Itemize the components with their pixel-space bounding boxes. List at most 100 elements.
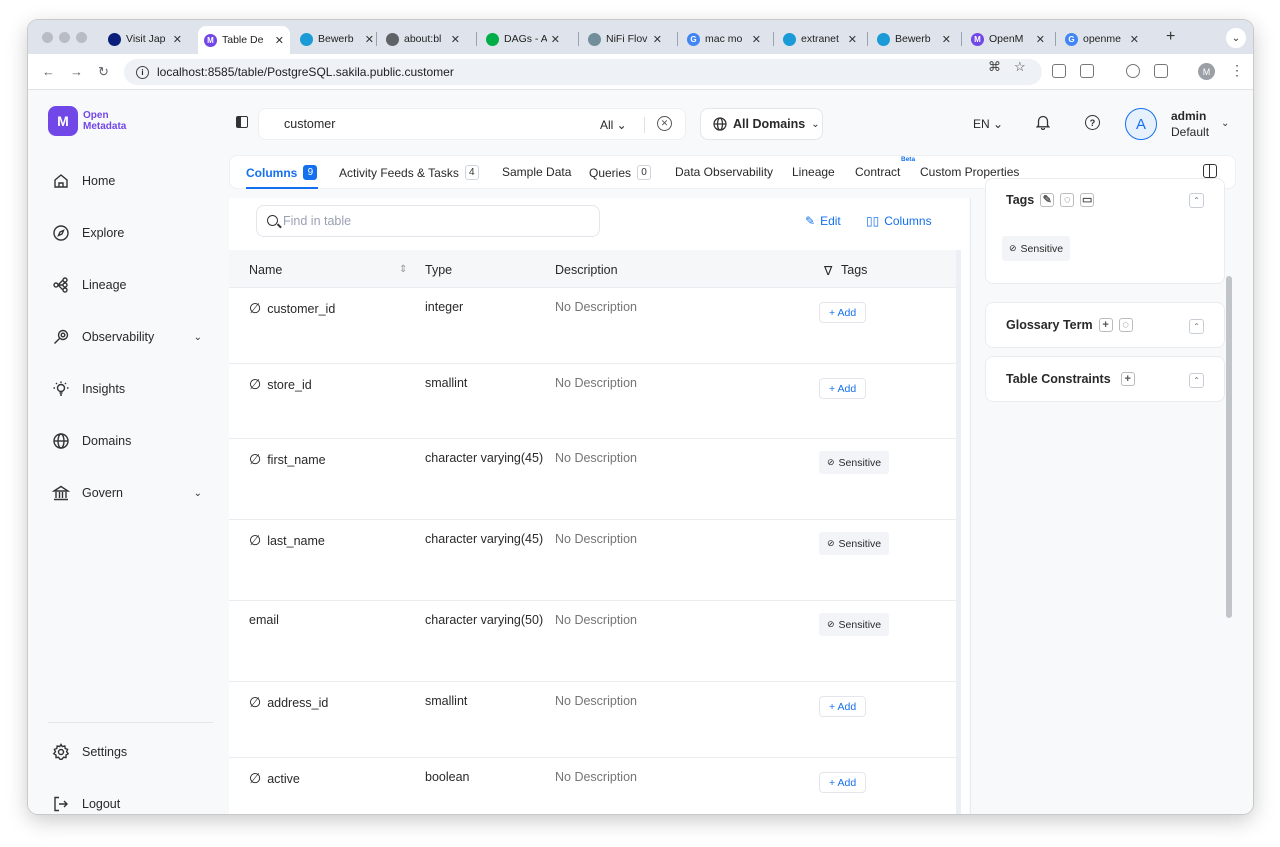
bell-icon[interactable] — [1036, 114, 1050, 130]
sidebar-item-observability[interactable]: Observability ⌄ — [52, 325, 202, 349]
add-tag-button[interactable]: + Add — [819, 378, 867, 399]
column-name[interactable]: email — [249, 613, 279, 627]
domains-dropdown[interactable]: All Domains ⌄ — [700, 108, 823, 140]
columns-toggle-button[interactable]: ▯▯ Columns — [866, 214, 932, 228]
user-avatar[interactable]: A — [1125, 108, 1157, 140]
close-icon[interactable]: ✕ — [942, 33, 951, 46]
site-info-icon[interactable]: i — [136, 65, 149, 79]
add-glossary-icon[interactable]: + — [1098, 318, 1113, 332]
browser-tab[interactable]: M OpenM ✕ — [965, 26, 1051, 52]
password-key-icon[interactable] — [1126, 64, 1140, 78]
chevron-down-icon[interactable]: ⌄ — [1221, 118, 1229, 129]
add-tag-button[interactable]: + Add — [819, 772, 867, 793]
column-description[interactable]: No Description — [555, 300, 637, 314]
close-icon[interactable]: ✕ — [173, 33, 182, 46]
request-tags-icon[interactable]: ◌ — [1060, 193, 1075, 207]
sidebar-toggle-icon[interactable] — [236, 116, 248, 128]
chevron-down-icon[interactable]: ⌄ — [194, 332, 202, 343]
table-row[interactable]: ∅ active boolean No Description + Add — [229, 758, 956, 814]
browser-tab[interactable]: Visit Jap ✕ — [102, 26, 188, 52]
table-row[interactable]: ∅ store_id smallint No Description + Add — [229, 364, 956, 439]
close-icon[interactable]: ✕ — [1036, 33, 1045, 46]
close-icon[interactable]: ✕ — [551, 33, 560, 46]
app-logo[interactable]: M Open Metadata — [48, 106, 126, 136]
back-icon[interactable]: ← — [42, 64, 55, 79]
new-tab-button[interactable]: + — [1166, 28, 1175, 46]
bookmark-star-icon[interactable]: ☆ — [1014, 59, 1026, 75]
tab-data-observability[interactable]: Data Observability — [675, 165, 773, 179]
close-icon[interactable]: ✕ — [848, 33, 857, 46]
edit-tags-icon[interactable]: ✎ — [1040, 193, 1055, 207]
close-icon[interactable]: ✕ — [275, 34, 284, 47]
search-scope-select[interactable]: All ⌄ — [600, 118, 627, 132]
column-name[interactable]: ∅ customer_id — [249, 300, 335, 317]
conversation-icon[interactable]: ▭ — [1080, 193, 1095, 207]
collapse-icon[interactable]: ⌃ — [1189, 373, 1204, 388]
add-tag-button[interactable]: + Add — [819, 696, 867, 717]
translate-icon[interactable]: ⌘ — [988, 59, 1001, 75]
collapse-icon[interactable]: ⌃ — [1189, 193, 1204, 208]
browser-tab[interactable]: Bewerb ✕ — [871, 26, 957, 52]
language-select[interactable]: EN ⌄ — [973, 117, 1003, 131]
close-icon[interactable]: ✕ — [365, 33, 374, 46]
panel-toggle-icon[interactable] — [1203, 164, 1217, 178]
browser-tab[interactable]: Gmac mo ✕ — [681, 26, 767, 52]
url-field[interactable]: i localhost:8585/table/PostgreSQL.sakila… — [124, 59, 1042, 85]
browser-tab[interactable]: M Table De ✕ — [198, 26, 290, 54]
column-description[interactable]: No Description — [555, 770, 637, 784]
browser-tab[interactable]: about:bl ✕ — [380, 26, 466, 52]
tag-chip[interactable]: ⊘ Sensitive — [1002, 236, 1071, 261]
filter-icon[interactable]: ∇ — [824, 263, 832, 278]
forward-icon[interactable]: → — [70, 64, 83, 79]
clear-search-icon[interactable]: ✕ — [657, 116, 672, 131]
sidebar-item-home[interactable]: Home — [52, 169, 202, 193]
sidebar-item-domains[interactable]: Domains — [52, 429, 202, 453]
column-description[interactable]: No Description — [555, 451, 637, 465]
tab-sample-data[interactable]: Sample Data — [502, 165, 571, 179]
request-glossary-icon[interactable]: ◌ — [1118, 318, 1133, 332]
table-row[interactable]: email character varying(50) No Description… — [229, 601, 956, 682]
sort-icon[interactable]: ⇕ — [399, 264, 407, 275]
column-description[interactable]: No Description — [555, 613, 637, 627]
column-description[interactable]: No Description — [555, 376, 637, 390]
help-icon[interactable]: ? — [1085, 115, 1100, 130]
tab-columns[interactable]: Columns 9 — [246, 165, 318, 180]
browser-tab[interactable]: Bewerb ✕ — [294, 26, 380, 52]
column-name[interactable]: ∅ active — [249, 770, 300, 787]
close-icon[interactable]: ✕ — [653, 33, 662, 46]
tag-chip[interactable]: ⊘ Sensitive — [819, 451, 890, 474]
column-description[interactable]: No Description — [555, 694, 637, 708]
sidebar-item-explore[interactable]: Explore — [52, 221, 202, 245]
tab-lineage[interactable]: Lineage — [792, 165, 835, 179]
window-maximize-button[interactable] — [76, 32, 87, 43]
chevron-down-icon[interactable]: ⌄ — [194, 488, 202, 499]
extension-icon[interactable] — [1052, 64, 1066, 78]
browser-tab[interactable]: NiFi Flov ✕ — [582, 26, 668, 52]
global-search-input[interactable]: customer All ⌄ ✕ — [258, 108, 686, 140]
column-name[interactable]: ∅ last_name — [249, 532, 325, 549]
trash-icon[interactable] — [1154, 64, 1168, 78]
tab-queries[interactable]: Queries 0 — [589, 165, 652, 180]
edit-button[interactable]: ✎ Edit — [805, 214, 841, 228]
reload-icon[interactable]: ↻ — [98, 64, 109, 80]
column-description[interactable]: No Description — [555, 532, 637, 546]
sidebar-item-settings[interactable]: Settings — [52, 740, 202, 764]
browser-profile-avatar[interactable]: M — [1198, 63, 1215, 80]
scrollbar-thumb[interactable] — [1226, 276, 1232, 618]
column-name[interactable]: ∅ store_id — [249, 376, 312, 393]
window-minimize-button[interactable] — [59, 32, 70, 43]
sidebar-item-logout[interactable]: Logout — [52, 792, 202, 814]
tab-activity-feeds[interactable]: Activity Feeds & Tasks 4 — [339, 165, 479, 180]
tab-contract[interactable]: Contract — [855, 165, 900, 179]
column-name[interactable]: ∅ address_id — [249, 694, 328, 711]
add-constraint-icon[interactable]: + — [1120, 372, 1135, 386]
table-row[interactable]: ∅ last_name character varying(45) No Descri… — [229, 520, 956, 601]
tag-chip[interactable]: ⊘ Sensitive — [819, 532, 890, 555]
header-name[interactable]: Name — [249, 263, 282, 277]
table-scrollbar[interactable] — [956, 250, 961, 814]
close-icon[interactable]: ✕ — [1130, 33, 1139, 46]
collapse-icon[interactable]: ⌃ — [1189, 319, 1204, 334]
tab-search-button[interactable]: ⌄ — [1226, 28, 1246, 48]
table-row[interactable]: ∅ first_name character varying(45) No Descr… — [229, 439, 956, 520]
user-name[interactable]: admin — [1171, 109, 1206, 123]
